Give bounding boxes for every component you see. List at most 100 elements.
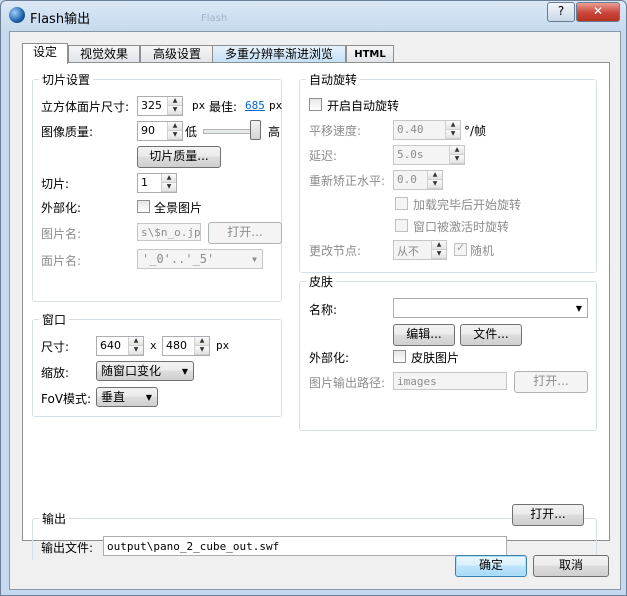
panorama-image-checkbox[interactable] [137,200,150,213]
dialog-window: Flash输出 Flash ? ✕ 设定 视觉效果 高级设置 多重分辨率渐进浏览… [0,0,627,596]
close-button[interactable]: ✕ [576,2,620,22]
horizon-spinner[interactable]: 0.0 ▲ ▼ [393,170,443,190]
skin-name-label: 名称: [309,303,338,317]
down-arrow-icon[interactable]: ▼ [428,180,442,189]
skin-name-combo[interactable]: ▼ [393,298,588,318]
image-name-field[interactable]: s\$n_o.jpg [137,223,201,241]
pan-speed-spinner[interactable]: 0.40 ▲ ▼ [393,120,461,140]
up-arrow-icon[interactable]: ▲ [432,241,446,250]
spinner-arrows[interactable]: ▲ ▼ [161,174,176,192]
quality-slider-thumb[interactable] [249,120,261,140]
start-when-active-checkbox[interactable] [395,219,408,232]
slice-quality-button[interactable]: 切片质量... [137,146,221,168]
delay-label: 延迟: [309,149,338,163]
fov-mode-label: FoV模式: [41,392,92,406]
delay-spinner[interactable]: 5.0s ▲ ▼ [393,145,465,165]
image-output-path-field[interactable]: images [393,372,507,390]
tab-settings[interactable]: 设定 [22,43,68,64]
tab-advanced[interactable]: 高级设置 [140,45,214,63]
image-output-path-open-button[interactable]: 打开... [514,371,588,393]
random-checkbox[interactable] [454,241,467,256]
fov-mode-value: 垂直 [101,390,126,404]
up-arrow-icon[interactable]: ▲ [168,122,182,131]
title-bar[interactable]: Flash输出 Flash ? ✕ [1,1,626,31]
slices-value: 1 [141,176,148,189]
settings-panel: 切片设置 立方体面片尺寸: 325 ▲ ▼ px 最佳: 685 px 图像质量:… [22,62,610,561]
app-icon [9,7,25,23]
size-px-label: px [216,339,230,352]
cube-face-size-value: 325 [141,99,162,112]
width-value: 640 [100,339,121,352]
quality-low-label: 低 [185,125,198,139]
spinner-arrows[interactable]: ▲ ▼ [431,241,446,259]
enable-autorotate-checkbox[interactable] [309,98,322,111]
up-arrow-icon[interactable]: ▲ [162,174,176,183]
help-button[interactable]: ? [547,2,575,22]
spinner-arrows[interactable]: ▲ ▼ [167,122,182,140]
dialog-client: 设定 视觉效果 高级设置 多重分辨率渐进浏览 HTML 切片设置 立方体面片尺寸… [9,31,621,590]
output-open-button[interactable]: 打开... [512,504,584,526]
spinner-arrows[interactable]: ▲ ▼ [445,121,460,139]
spinner-arrows[interactable]: ▲ ▼ [449,146,464,164]
up-arrow-icon[interactable]: ▲ [168,97,182,106]
slices-spinner[interactable]: 1 ▲ ▼ [137,173,177,193]
spinner-arrows[interactable]: ▲ ▼ [427,171,442,189]
spinner-arrows[interactable]: ▲ ▼ [167,97,182,115]
fov-mode-combo[interactable]: 垂直 ▼ [96,387,158,407]
down-arrow-icon[interactable]: ▼ [162,183,176,192]
skin-image-checkbox[interactable] [393,350,406,363]
width-spinner[interactable]: 640 ▲ ▼ [96,336,144,356]
down-arrow-icon[interactable]: ▼ [450,155,464,164]
up-arrow-icon[interactable]: ▲ [129,337,143,346]
skin-file-button[interactable]: 文件... [460,324,522,346]
skin-edit-button[interactable]: 编辑... [393,324,455,346]
quality-high-label: 高 [268,125,281,139]
best-size-link[interactable]: 685 [245,99,265,112]
spinner-arrows[interactable]: ▲ ▼ [194,337,209,355]
tab-visual-effects[interactable]: 视觉效果 [68,45,140,63]
pan-speed-label: 平移速度: [309,124,362,138]
background-ghost-text: Flash [201,13,228,24]
chevron-down-icon: ▼ [252,255,257,264]
up-arrow-icon[interactable]: ▲ [195,337,209,346]
skin-image-label: 皮肤图片 [411,351,460,365]
down-arrow-icon[interactable]: ▼ [168,131,182,140]
height-value: 480 [166,339,187,352]
start-after-load-checkbox[interactable] [395,197,408,210]
horizon-label: 重新矫正水平: [309,174,386,188]
chevron-down-icon: ▼ [145,393,152,402]
output-file-field[interactable]: output\pano_2_cube_out.swf [103,536,507,556]
up-arrow-icon[interactable]: ▲ [446,121,460,130]
height-spinner[interactable]: 480 ▲ ▼ [162,336,210,356]
size-label: 尺寸: [41,340,70,354]
face-name-combo[interactable]: '_0'..'_5' ▼ [137,249,263,269]
skin-group: 皮肤 名称: ▼ 编辑... 文件... 外部化: 皮肤图片 图片输出路径: i… [299,273,597,431]
slices-group-title: 切片设置 [39,71,94,88]
cube-face-size-spinner[interactable]: 325 ▲ ▼ [137,96,183,116]
down-arrow-icon[interactable]: ▼ [129,346,143,355]
horizon-value: 0.0 [397,173,417,186]
tab-multires[interactable]: 多重分辨率渐进浏览 [212,45,346,63]
face-name-value: '_0'..'_5' [142,252,215,266]
down-arrow-icon[interactable]: ▼ [168,106,182,115]
down-arrow-icon[interactable]: ▼ [446,130,460,139]
down-arrow-icon[interactable]: ▼ [432,250,446,259]
change-node-spinner[interactable]: 从不 ▲ ▼ [393,240,447,260]
spinner-arrows[interactable]: ▲ ▼ [128,337,143,355]
cube-face-px-label: px [192,99,206,112]
down-arrow-icon[interactable]: ▼ [195,346,209,355]
scale-combo[interactable]: 随窗口变化 ▼ [96,361,194,381]
start-when-active-label: 窗口被激活时旋转 [413,220,510,234]
best-size-label: 最佳: [209,100,238,114]
tab-html[interactable]: HTML [346,45,394,63]
up-arrow-icon[interactable]: ▲ [450,146,464,155]
image-name-open-button[interactable]: 打开... [208,222,282,244]
cancel-button[interactable]: 取消 [533,555,609,577]
up-arrow-icon[interactable]: ▲ [428,171,442,180]
slices-label: 切片: [41,177,70,191]
enable-autorotate-label: 开启自动旋转 [327,99,400,113]
ok-button[interactable]: 确定 [455,555,527,577]
image-quality-spinner[interactable]: 90 ▲ ▼ [137,121,183,141]
slices-group: 切片设置 立方体面片尺寸: 325 ▲ ▼ px 最佳: 685 px 图像质量:… [32,71,282,302]
size-x-label: x [150,339,157,352]
